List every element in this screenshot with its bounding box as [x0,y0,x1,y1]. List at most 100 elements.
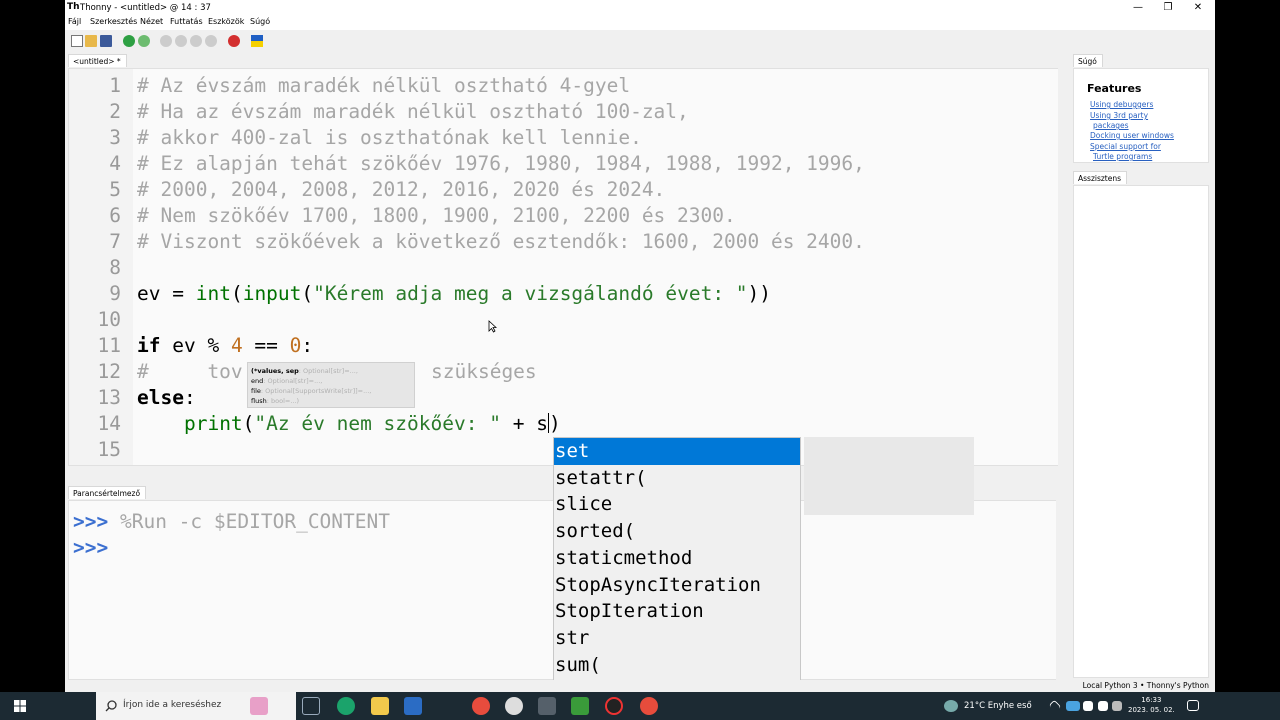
menu-view[interactable]: Nézet [140,17,163,26]
volume-icon[interactable] [1098,701,1108,711]
line-number: 12 [97,360,121,383]
help-link-3rd-party[interactable]: Using 3rd party [1090,111,1148,121]
menu-bar: Fájl Szerkesztés Nézet Futtatás Eszközök… [65,16,1215,30]
weather-icon[interactable] [944,700,958,712]
line-number: 10 [97,308,121,331]
tooltip-line: end: Optional[str]=..., [251,376,411,386]
help-heading: Features [1087,82,1142,95]
menu-run[interactable]: Futtatás [170,17,203,26]
debug-icon[interactable] [138,35,150,47]
autocomplete-item[interactable]: sorted( [554,518,800,545]
variable-token: ev [137,282,161,305]
tab-untitled[interactable]: <untitled> * [68,54,127,67]
editor-vertical-scrollbar[interactable] [1058,68,1064,466]
tab-help[interactable]: Súgó [1073,54,1103,67]
autocomplete-item[interactable]: sum( [554,652,800,679]
run-icon[interactable] [123,35,135,47]
save-file-icon[interactable] [100,35,112,47]
code-line-13: else: [137,386,196,409]
code-line-4: # Ez alapján tehát szökőév 1976, 1980, 1… [137,152,865,175]
tooltip-line: (*values, sep: Optional[str]=..., [251,366,411,376]
number-token: 0 [289,334,302,357]
autocomplete-item[interactable]: StopIteration [554,598,800,625]
tray-chevron-icon[interactable] [1048,699,1062,713]
thonny-taskbar-icon[interactable] [538,697,556,715]
code-line-2: # Ha az évszám maradék nélkül osztható 1… [137,100,689,123]
open-file-icon[interactable] [85,35,97,47]
autocomplete-item[interactable]: slice [554,491,800,518]
maximize-button[interactable]: ❐ [1153,1,1183,15]
assistant-panel [1073,185,1209,678]
keyboard-icon[interactable] [1112,701,1122,711]
onedrive-icon[interactable] [1066,701,1080,711]
autocomplete-item[interactable]: setattr( [554,465,800,492]
code-line-14: print("Az év nem szökőév: " + s) [137,412,561,435]
weather-text[interactable]: 21°C Enyhe eső [964,701,1032,711]
clock-time: 16:33 [1141,696,1162,704]
signature-tooltip: (*values, sep: Optional[str]=..., end: O… [247,362,415,408]
obs-icon[interactable] [605,697,623,715]
media-icon[interactable] [505,697,523,715]
taskbar-clock[interactable]: 16:33 2023. 05. 02. [1128,695,1175,715]
line-number: 2 [109,100,121,123]
shell-scrollbar[interactable] [1056,500,1064,680]
code-line-12-end: szükséges [431,360,537,383]
param-name: end [251,377,264,385]
search-highlight-icon[interactable] [250,697,268,715]
step-over-icon[interactable] [160,35,172,47]
store-icon[interactable] [404,697,422,715]
tab-assistant[interactable]: Asszisztens [1073,171,1128,184]
step-into-icon[interactable] [175,35,187,47]
menu-tools[interactable]: Eszközök [208,17,244,26]
menu-file[interactable]: Fájl [68,17,81,26]
editor-tabstrip: <untitled> * [65,52,1065,68]
step-out-icon[interactable] [190,35,202,47]
keyword-token: else [137,386,184,409]
code-line-9: ev = int(input("Kérem adja meg a vizsgál… [137,282,771,305]
task-view-icon[interactable] [302,697,320,715]
help-link-docking[interactable]: Docking user windows [1090,131,1174,141]
line-number: 13 [97,386,121,409]
search-icon [105,700,117,712]
help-link-turtle[interactable]: Turtle programs [1093,152,1152,162]
autocomplete-item[interactable]: StopAsyncIteration [554,572,800,599]
network-icon[interactable] [1083,701,1093,711]
edge-icon[interactable] [337,697,355,715]
builtin-token: int [195,282,231,305]
tooltip-line: file: Optional[SupportsWrite[str]]=..., [251,386,411,396]
autocomplete-list[interactable]: set setattr( slice sorted( staticmethod … [553,437,801,692]
expression-token: ev % [160,334,231,357]
interpreter-status[interactable]: Local Python 3 • Thonny's Python [1083,681,1209,690]
autocomplete-item[interactable]: set [554,438,800,465]
paren-token: ) [548,412,561,435]
paren-token: ( [242,412,255,435]
param-name: file [251,387,261,395]
menu-edit[interactable]: Szerkesztés [90,17,137,26]
windows-taskbar: Írjon ide a kereséshez 21°C Enyhe eső 16… [0,692,1280,720]
help-link-debuggers[interactable]: Using debuggers [1090,100,1153,110]
close-button[interactable]: ✕ [1183,1,1213,15]
param-type: : Optional[str]=..., [298,367,358,375]
autocomplete-item[interactable]: str [554,625,800,652]
microphone-icon[interactable] [640,697,658,715]
builtin-token: print [183,412,243,435]
resume-icon[interactable] [205,35,217,47]
file-explorer-icon[interactable] [371,697,389,715]
notifications-icon[interactable] [1187,700,1199,711]
line-number: 15 [97,438,121,461]
window-title: Thonny - <untitled> @ 14 : 37 [80,3,211,13]
minimize-button[interactable]: — [1123,1,1153,15]
chrome-icon[interactable] [472,697,490,715]
help-link-packages[interactable]: packages [1093,121,1129,131]
keyword-token: if [137,334,161,357]
tab-shell[interactable]: Parancsértelmező [68,486,147,499]
notepad-icon[interactable] [571,697,589,715]
ukraine-flag-icon[interactable] [251,35,263,47]
new-file-icon[interactable] [71,35,83,47]
menu-help[interactable]: Súgó [250,17,270,26]
stop-icon[interactable] [228,35,240,47]
autocomplete-item[interactable]: staticmethod [554,545,800,572]
start-button[interactable] [0,692,44,720]
code-editor[interactable]: 1 2 3 4 5 6 7 8 9 10 11 12 13 14 15 # Az… [68,68,1063,466]
help-link-special[interactable]: Special support for [1090,142,1161,152]
